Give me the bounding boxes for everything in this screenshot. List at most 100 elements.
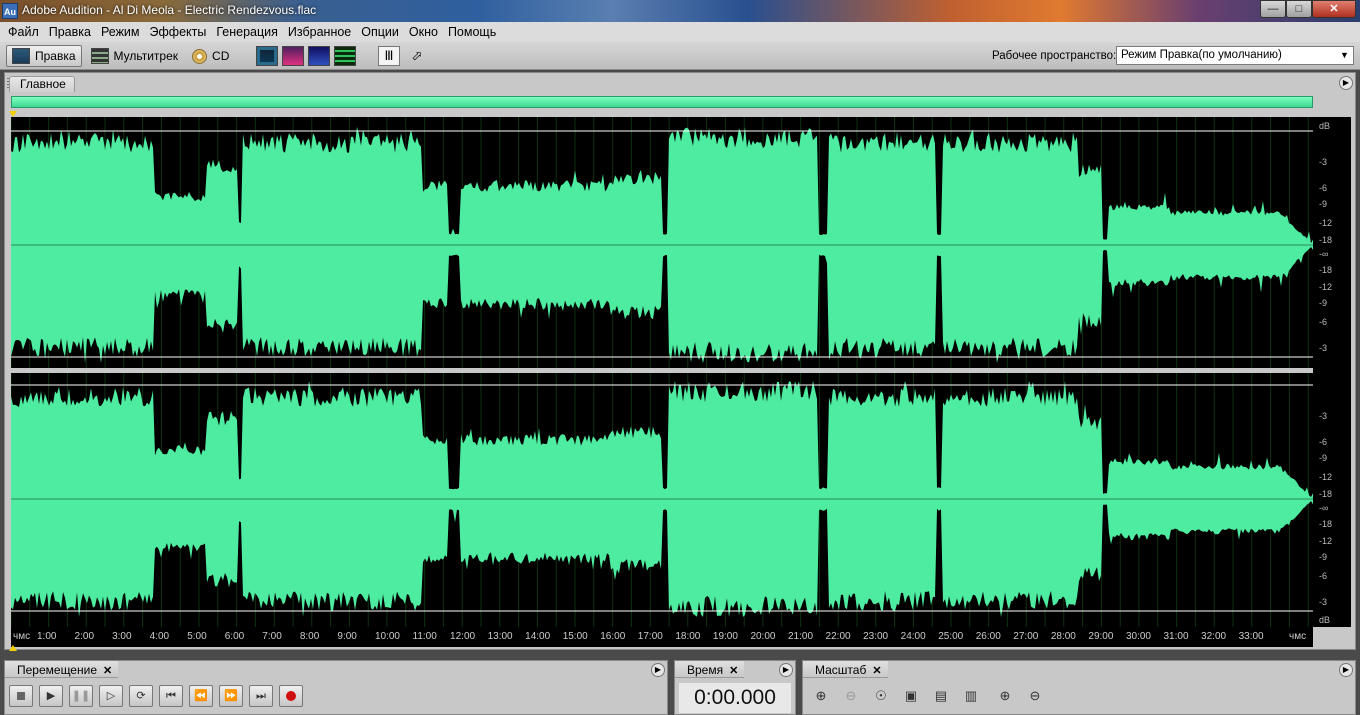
panel-menu-icon[interactable]: ▶	[651, 663, 665, 677]
overview-bar[interactable]	[11, 96, 1313, 108]
time-tick-label: 2:00	[74, 631, 95, 642]
time-ruler[interactable]: чмс 1:00 2:00 3:00 4:00 5:00 6:00 7:00 8:00 9:00…	[11, 627, 1313, 647]
window-title: Adobe Audition - Al Di Meola - Electric …	[22, 3, 317, 17]
minimize-icon[interactable]: —	[1260, 0, 1286, 18]
time-tick-label: 32:00	[1201, 631, 1227, 642]
menu-file[interactable]: Файл	[4, 22, 45, 42]
fast-forward-icon[interactable]: ⏩	[219, 685, 243, 707]
bottom-panels: Перемещение ✕ ▶ ▶ ❚❚ ▷ ⟳ ⏮ ⏪ ⏩ ⏭ Время ✕ ▶…	[0, 652, 1360, 715]
time-tick-label: 8:00	[299, 631, 320, 642]
maximize-icon[interactable]: □	[1286, 0, 1312, 18]
menu-edit[interactable]: Правка	[45, 22, 97, 42]
menu-window[interactable]: Окно	[405, 22, 444, 42]
pan-view-icon[interactable]	[308, 46, 330, 66]
pause-icon[interactable]: ❚❚	[69, 685, 93, 707]
multitrack-icon	[90, 48, 109, 64]
close-icon[interactable]: ✕	[729, 665, 738, 677]
panel-menu-icon[interactable]: ▶	[1339, 76, 1353, 90]
record-icon[interactable]	[279, 685, 303, 707]
panel-menu-icon[interactable]: ▶	[1339, 663, 1353, 677]
channel-2-db-label: -6	[1319, 571, 1328, 582]
menu-favorites[interactable]: Избранное	[284, 22, 357, 42]
time-tick-label: 4:00	[149, 631, 170, 642]
menu-view[interactable]: Режим	[97, 22, 146, 42]
time-tick-label: 1:00	[37, 631, 57, 642]
channel-1-db-label: -12	[1319, 281, 1333, 292]
zoom-right-edge-icon[interactable]: ▥	[959, 685, 983, 707]
cd-view-button[interactable]: CD	[187, 45, 234, 67]
time-tick-label: 33:00	[1238, 631, 1264, 642]
time-tick-label: 25:00	[938, 631, 964, 642]
waveform-svg	[10, 117, 1313, 627]
channel-1-db-label: -18	[1319, 265, 1333, 276]
menu-generate[interactable]: Генерация	[212, 22, 284, 42]
close-icon[interactable]: ✕	[872, 665, 881, 677]
marquee-tool-icon[interactable]: ⬀	[406, 46, 428, 66]
playhead-marker-icon[interactable]	[9, 645, 17, 651]
audition-app-icon[interactable]: Au	[2, 3, 18, 19]
db-unit-bottom: dB	[1319, 615, 1331, 625]
waveform-view-icon[interactable]	[256, 46, 278, 66]
transport-panel: Перемещение ✕ ▶ ▶ ❚❚ ▷ ⟳ ⏮ ⏪ ⏩ ⏭	[4, 660, 668, 715]
play-from-cursor-icon[interactable]: ▷	[99, 685, 123, 707]
channel-1-db-label: -3	[1319, 156, 1328, 167]
menu-effects[interactable]: Эффекты	[146, 22, 213, 42]
close-icon[interactable]: ✕	[103, 665, 112, 677]
time-selection-tool-icon[interactable]: Ⅲ	[378, 46, 400, 66]
workspace-dropdown[interactable]: Режим Правка(по умолчанию) ▼	[1116, 46, 1354, 65]
cd-view-label: CD	[212, 49, 230, 63]
multitrack-view-button[interactable]: Мультитрек	[86, 45, 183, 67]
zoom-in-horizontal-icon[interactable]: ⊕	[809, 685, 833, 707]
rewind-icon[interactable]: ⏪	[189, 685, 213, 707]
time-tick-label: 15:00	[562, 631, 588, 642]
transport-tab[interactable]: Перемещение ✕	[5, 661, 119, 678]
edit-view-label: Правка	[35, 49, 76, 63]
menu-options[interactable]: Опции	[357, 22, 405, 42]
tool-buttons: Ⅲ ⬀	[378, 45, 434, 67]
zoom-selection-icon[interactable]: ▣	[899, 685, 923, 707]
time-unit-right: чмс	[1289, 631, 1307, 642]
close-icon[interactable]: ✕	[1312, 0, 1356, 18]
time-tick-label: 5:00	[187, 631, 207, 642]
stop-icon[interactable]	[9, 685, 33, 707]
time-panel: Время ✕ ▶ 0:00.000	[674, 660, 796, 715]
menu-bar: Файл Правка Режим Эффекты Генерация Избр…	[0, 22, 1360, 42]
time-readout: 0:00.000	[679, 683, 791, 713]
edit-view-button[interactable]: Правка	[6, 45, 82, 67]
channel-1-db-label: -9	[1319, 199, 1328, 210]
phase-view-icon[interactable]	[334, 46, 356, 66]
time-tick-label: 6:00	[224, 631, 245, 642]
menu-help[interactable]: Помощь	[444, 22, 502, 42]
time-tick-label: 19:00	[712, 631, 738, 642]
panel-menu-icon[interactable]: ▶	[779, 663, 793, 677]
edit-view-icon	[12, 48, 30, 64]
time-tick-label: 9:00	[337, 631, 357, 642]
time-tick-label: 29:00	[1088, 631, 1114, 642]
workspace-value: Режим Правка(по умолчанию)	[1121, 49, 1282, 61]
zoom-tab[interactable]: Масштаб ✕	[803, 661, 888, 678]
zoom-in-vertical-icon[interactable]: ⊕	[993, 685, 1017, 707]
time-tick-label: 17:00	[637, 631, 663, 642]
zoom-out-horizontal-icon[interactable]: ⊖	[839, 685, 863, 707]
loop-icon[interactable]: ⟳	[129, 685, 153, 707]
amplitude-ruler: dB -3 -6 -9 -12 -18 -∞ -18 -12 -9 -6 -3 -3 -6 -9 -12 -…	[1313, 117, 1351, 627]
spectral-view-icon[interactable]	[282, 46, 304, 66]
time-tick-label: 12:00	[450, 631, 476, 642]
zoom-out-vertical-icon[interactable]: ⊖	[1023, 685, 1047, 707]
time-tick-label: 26:00	[975, 631, 1001, 642]
go-to-start-icon[interactable]: ⏮	[159, 685, 183, 707]
zoom-left-edge-icon[interactable]: ▤	[929, 685, 953, 707]
channel-2-db-label: -12	[1319, 535, 1333, 546]
channel-1-db-label: -18	[1319, 234, 1333, 245]
time-tick-label: 14:00	[525, 631, 551, 642]
zoom-full-icon[interactable]: ☉	[869, 685, 893, 707]
main-panel-tab[interactable]: Главное	[9, 76, 75, 92]
view-buttons	[256, 45, 360, 67]
play-icon[interactable]: ▶	[39, 685, 63, 707]
go-to-end-icon[interactable]: ⏭	[249, 685, 273, 707]
transport-tab-label: Перемещение	[17, 663, 97, 677]
time-tab[interactable]: Время ✕	[675, 661, 745, 678]
time-tab-label: Время	[687, 663, 724, 677]
channel-1-db-label: -12	[1319, 218, 1333, 229]
waveform-display[interactable]	[10, 117, 1313, 627]
